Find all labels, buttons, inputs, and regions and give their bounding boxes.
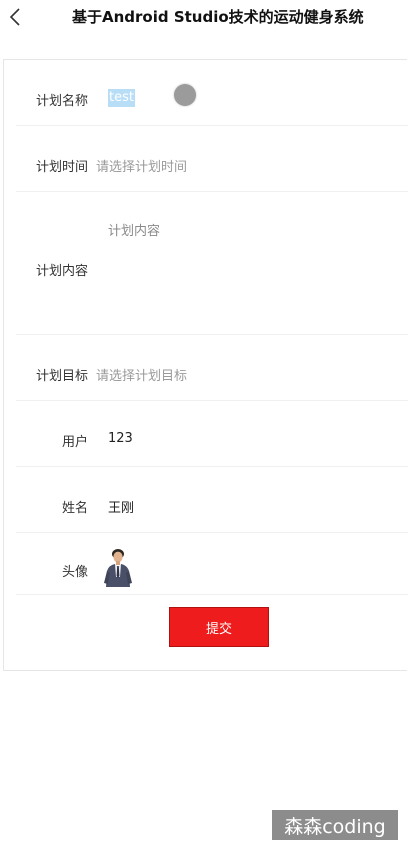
submit-button[interactable]: 提交: [169, 607, 269, 647]
plan-content-label: 计划内容: [35, 264, 88, 279]
form-row-avatar: 头像: [16, 533, 408, 595]
plan-target-label: 计划目标: [35, 369, 88, 384]
real-name-value: 王刚: [108, 501, 135, 516]
form-row-plan-content: 计划内容: [16, 192, 408, 335]
plan-name-label: 计划名称: [35, 94, 88, 109]
form-row-user: 用户 123: [16, 401, 408, 467]
plan-time-picker[interactable]: 请选择计划时间: [96, 156, 187, 175]
watermark: 森森coding: [272, 810, 398, 840]
person-avatar-icon: [104, 549, 132, 587]
form-row-plan-time: 计划时间 请选择计划时间: [16, 126, 408, 192]
form-row-plan-name: 计划名称 test: [16, 60, 408, 126]
chevron-left-icon: [9, 8, 20, 26]
plan-name-input[interactable]: test: [108, 89, 135, 107]
touch-indicator: [174, 84, 196, 106]
plan-time-label: 计划时间: [35, 160, 88, 175]
app-header: 基于Android Studio技术的运动健身系统: [0, 0, 408, 34]
real-name-label: 姓名: [61, 501, 88, 516]
avatar[interactable]: [103, 547, 133, 587]
back-button[interactable]: [6, 6, 26, 28]
form-row-plan-target: 计划目标 请选择计划目标: [16, 335, 408, 401]
plan-content-textarea[interactable]: [108, 220, 388, 320]
user-value: 123: [108, 431, 133, 446]
user-label: 用户: [61, 435, 88, 450]
plan-form: 计划名称 test 计划时间 请选择计划时间 计划内容 计划目标 请选择计划目标…: [3, 59, 408, 671]
plan-target-picker[interactable]: 请选择计划目标: [96, 365, 187, 384]
avatar-label: 头像: [61, 565, 88, 580]
form-row-real-name: 姓名 王刚: [16, 467, 408, 533]
page-title: 基于Android Studio技术的运动健身系统: [72, 8, 364, 26]
